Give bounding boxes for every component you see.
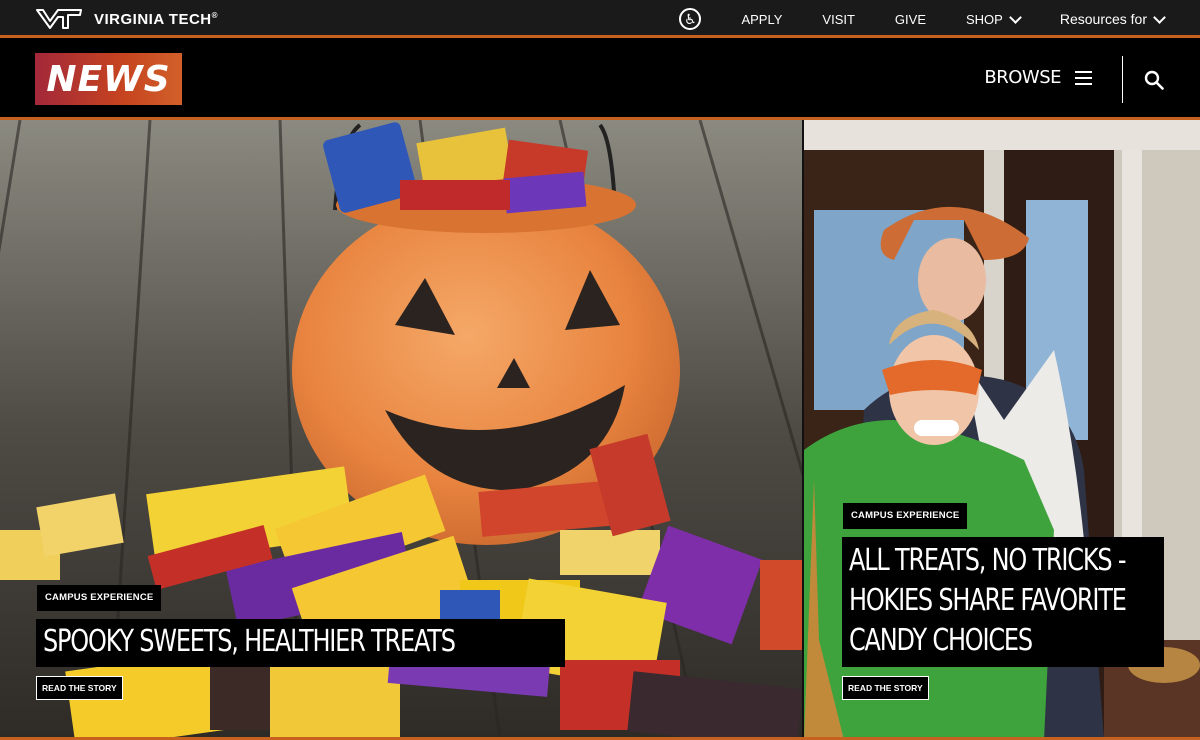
nav-visit[interactable]: VISIT xyxy=(822,12,855,27)
chevron-down-icon xyxy=(1008,10,1022,24)
header-divider xyxy=(1122,56,1123,103)
read-the-story-button[interactable]: READ THE STORY xyxy=(36,676,123,700)
top-navigation: ♿︎ APPLY VISIT GIVE SHOP Resources for xyxy=(679,0,1200,38)
vt-logo-icon xyxy=(36,9,82,29)
browse-button[interactable]: BROWSE xyxy=(984,67,1092,88)
story-headline[interactable]: ALL TREATS, NO TRICKS - HOKIES SHARE FAV… xyxy=(842,537,1164,667)
nav-shop[interactable]: SHOP xyxy=(966,10,1022,27)
nav-give[interactable]: GIVE xyxy=(895,12,926,27)
chevron-down-icon xyxy=(1153,10,1166,24)
story-category-tag[interactable]: CAMPUS EXPERIENCE xyxy=(843,503,968,529)
hamburger-menu-icon xyxy=(1075,70,1092,85)
nav-resources-for[interactable]: Resources for xyxy=(1060,10,1166,27)
headline-line: HOKIES SHARE FAVORITE xyxy=(849,583,1127,618)
headline-line: CANDY CHOICES xyxy=(849,623,1033,658)
site-name: VIRGINIA TECH® xyxy=(94,10,219,28)
search-icon[interactable] xyxy=(1144,70,1164,90)
headline-line: ALL TREATS, NO TRICKS - xyxy=(849,543,1127,578)
accessibility-icon[interactable]: ♿︎ xyxy=(679,8,702,30)
utility-bar: VIRGINIA TECH® ♿︎ APPLY VISIT GIVE SHOP … xyxy=(0,0,1200,38)
news-header: NEWS BROWSE xyxy=(0,38,1200,120)
story-category-tag[interactable]: CAMPUS EXPERIENCE xyxy=(37,585,162,611)
browse-label: BROWSE xyxy=(984,67,1061,88)
nav-apply[interactable]: APPLY xyxy=(741,12,782,27)
virginia-tech-logo[interactable]: VIRGINIA TECH® xyxy=(36,8,218,30)
news-logo[interactable]: NEWS xyxy=(35,53,182,105)
read-the-story-button[interactable]: READ THE STORY xyxy=(842,676,929,700)
story-headline[interactable]: SPOOKY SWEETS, HEALTHIER TREATS xyxy=(36,619,565,667)
